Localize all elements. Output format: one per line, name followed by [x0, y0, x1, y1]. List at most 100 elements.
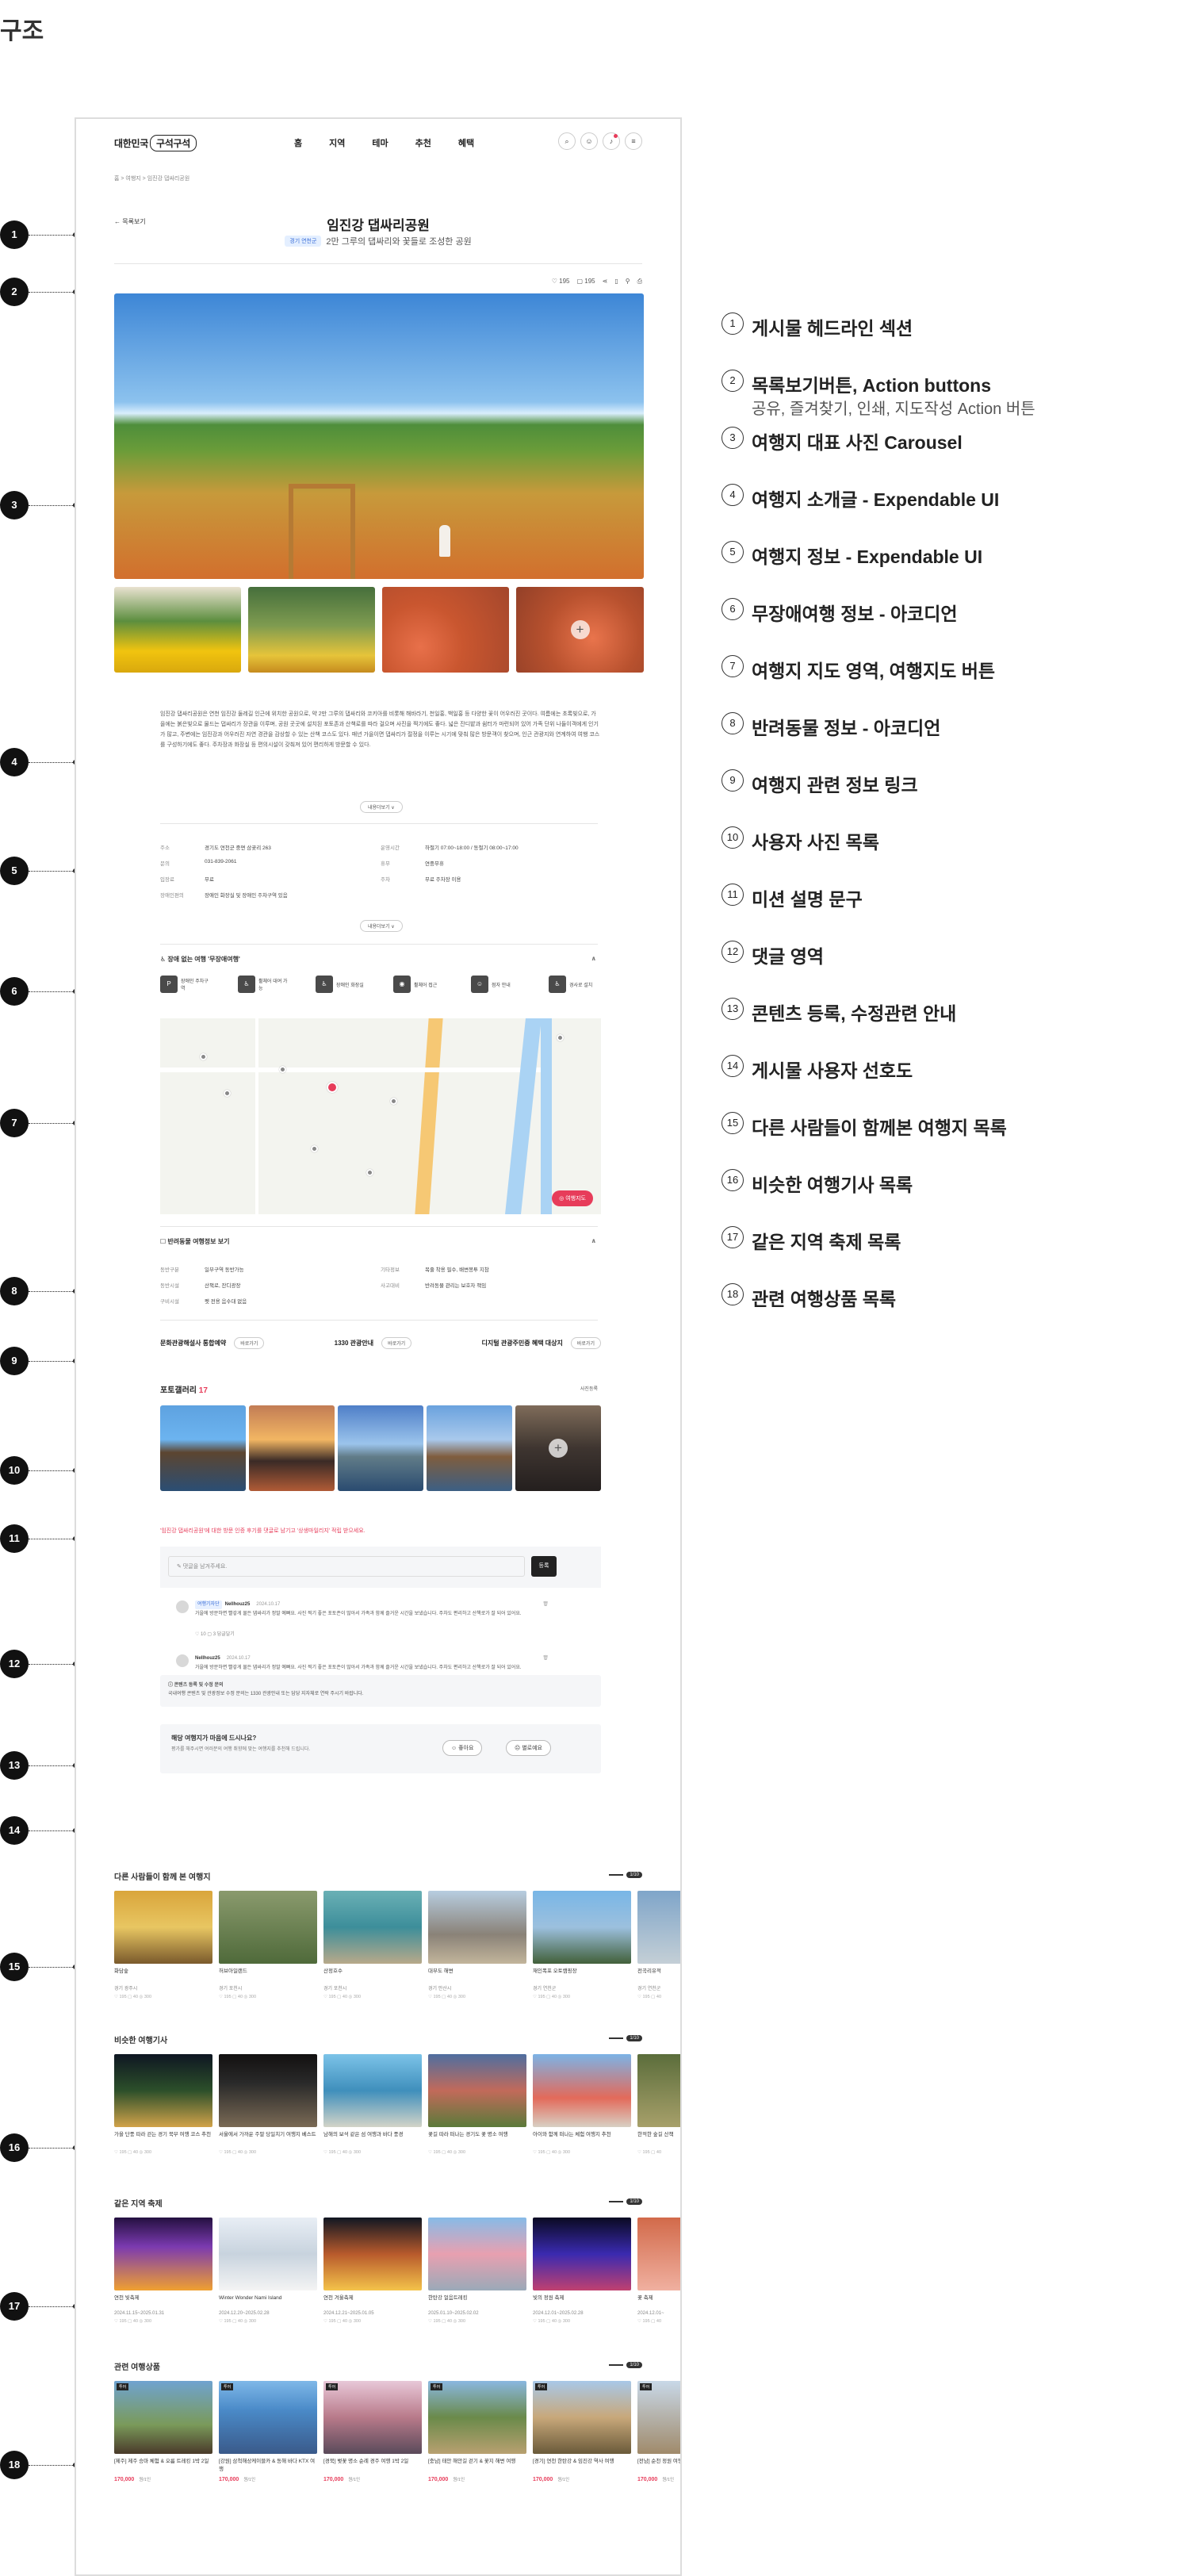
region-tag[interactable]: 경기 연천군 — [285, 236, 322, 247]
menu-icon[interactable]: ≡ — [625, 132, 642, 150]
dislike-preference-button[interactable]: ☹ 별로예요 — [506, 1740, 552, 1756]
share-icon[interactable]: ⋖ — [603, 278, 608, 286]
content-card[interactable]: 꽃 축제 2024.12.01~ ♡ 195 ▢ 40 — [637, 2218, 680, 2324]
carousel-pager[interactable]: 1/10 — [609, 2198, 642, 2205]
carousel-thumb[interactable] — [248, 587, 375, 673]
map-pin[interactable] — [366, 1169, 373, 1176]
main-photo[interactable] — [114, 293, 644, 579]
carousel-pager[interactable]: 1/10 — [609, 2035, 642, 2041]
user-icon[interactable]: ☺ — [580, 132, 598, 150]
content-card[interactable]: 투어 [경북] 벚꽃 명소 순례 경주 여행 1박 2일 170,000 원/1인 — [323, 2381, 422, 2482]
content-card[interactable]: 투어 [제주] 제주 승마 체험 & 오름 트레킹 1박 2일 170,000 원/1… — [114, 2381, 212, 2482]
comment-meta[interactable]: ♡ 10 ▢ 3 답글달기 — [195, 1631, 544, 1639]
content-card[interactable]: 투어 [충남] 태안 해안길 걷기 & 꽃지 해변 여행 170,000 원/1인 — [428, 2381, 526, 2482]
nav-theme[interactable]: 테마 — [372, 136, 388, 149]
comment-count-button[interactable]: ▢ 195 — [576, 278, 595, 286]
carousel-thumb[interactable] — [114, 587, 241, 673]
map-pin[interactable] — [557, 1034, 564, 1041]
card-image[interactable] — [533, 2054, 631, 2127]
comment-input[interactable]: ✎ 댓글을 남겨주세요. — [168, 1556, 525, 1577]
nav-benefit[interactable]: 혜택 — [458, 136, 474, 149]
location-pin-icon[interactable] — [327, 1082, 338, 1093]
user-photo[interactable] — [427, 1405, 512, 1491]
content-card[interactable]: 빛의 정원 축제 2024.12.01~2025.02.28 ♡ 195 ▢ 40 … — [533, 2218, 631, 2324]
map-pin[interactable] — [279, 1066, 286, 1073]
content-card[interactable]: 허브아일랜드 경기 포천시 ♡ 195 ▢ 40 ◎ 300 — [219, 1891, 317, 1999]
related-link-button[interactable]: 바로가기 — [234, 1337, 265, 1349]
bookmark-icon[interactable]: ▯ — [614, 278, 618, 286]
card-image[interactable] — [428, 2218, 526, 2290]
travel-map-button[interactable]: ◎ 여행지도 — [552, 1190, 593, 1206]
map-pin[interactable] — [200, 1053, 207, 1060]
map-pin[interactable] — [311, 1145, 318, 1152]
card-image[interactable]: 투어 — [323, 2381, 422, 2454]
card-image[interactable] — [219, 2054, 317, 2127]
carousel-pager[interactable]: 1/10 — [609, 1872, 642, 1878]
intro-more-button[interactable]: 내용더보기 ∨ — [360, 801, 403, 813]
card-image[interactable] — [114, 1891, 212, 1964]
card-image[interactable] — [428, 1891, 526, 1964]
content-card[interactable]: 투어 [경기] 연천 한탄강 & 임진강 역사 여행 170,000 원/1인 — [533, 2381, 631, 2482]
content-card[interactable]: 가을 단풍 따라 걷는 경기 북부 여행 코스 추천 ♡ 195 ▢ 40 ◎ 3… — [114, 2054, 212, 2155]
map-pin[interactable] — [224, 1090, 231, 1097]
map-pin[interactable] — [390, 1098, 397, 1105]
content-card[interactable]: 한탄강 얼음트레킹 2025.01.10~2025.02.02 ♡ 195 ▢ 40… — [428, 2218, 526, 2324]
pet-accordion[interactable]: ☐ 반려동물 여행정보 보기 ∧ — [160, 1237, 601, 1246]
content-card[interactable]: 전곡리유적 경기 연천군 ♡ 195 ▢ 40 — [637, 1891, 680, 1999]
related-link-button[interactable]: 바로가기 — [381, 1337, 412, 1349]
card-image[interactable]: 투어 — [533, 2381, 631, 2454]
content-card[interactable]: 서울에서 가까운 주말 당일치기 여행지 베스트 ♡ 195 ▢ 40 ◎ 300 — [219, 2054, 317, 2155]
content-card[interactable]: Winter Wonder Nami Island 2024.12.20~2025… — [219, 2218, 317, 2324]
user-photo[interactable] — [160, 1405, 246, 1491]
info-more-button[interactable]: 내용더보기 ∨ — [360, 920, 403, 932]
user-photo[interactable] — [338, 1405, 423, 1491]
card-image[interactable] — [637, 2218, 680, 2290]
content-card[interactable]: 연천 겨울축제 2024.12.21~2025.01.05 ♡ 195 ▢ 40 ◎… — [323, 2218, 422, 2324]
card-image[interactable] — [637, 2054, 680, 2127]
like-button[interactable]: ♡ 195 — [552, 278, 570, 286]
like-preference-button[interactable]: ☺ 좋아요 — [442, 1740, 483, 1756]
user-photo[interactable] — [249, 1405, 335, 1491]
content-card[interactable]: 남해의 보석 같은 섬 여행과 바다 풍경 ♡ 195 ▢ 40 ◎ 300 — [323, 2054, 422, 2155]
content-card[interactable]: 연천 빛축제 2024.11.15~2025.01.31 ♡ 195 ▢ 40 ◎ … — [114, 2218, 212, 2324]
site-logo[interactable]: 대한민국 구석구석 — [114, 134, 197, 151]
map-area[interactable]: ◎ 여행지도 — [160, 1018, 601, 1214]
card-image[interactable] — [114, 2054, 212, 2127]
card-image[interactable] — [428, 2054, 526, 2127]
card-image[interactable]: 투어 — [114, 2381, 212, 2454]
content-card[interactable]: 한적한 숲길 산책 ♡ 195 ▢ 40 — [637, 2054, 680, 2155]
related-link-button[interactable]: 바로가기 — [570, 1337, 601, 1349]
content-card[interactable]: 재인폭포 오토캠핑장 경기 연천군 ♡ 195 ▢ 40 ◎ 300 — [533, 1891, 631, 1999]
card-image[interactable] — [323, 2218, 422, 2290]
card-image[interactable] — [323, 2054, 422, 2127]
content-card[interactable]: 아이와 함께 떠나는 체험 여행지 추천 ♡ 195 ▢ 40 ◎ 300 — [533, 2054, 631, 2155]
card-image[interactable]: 투어 — [428, 2381, 526, 2454]
card-image[interactable] — [637, 1891, 680, 1964]
card-image[interactable] — [114, 2218, 212, 2290]
trash-icon[interactable]: 🗑 — [542, 1654, 549, 1663]
card-image[interactable] — [323, 1891, 422, 1964]
comment-submit-button[interactable]: 등록 — [531, 1556, 557, 1577]
content-card[interactable]: 산정호수 경기 포천시 ♡ 195 ▢ 40 ◎ 300 — [323, 1891, 422, 1999]
card-image[interactable] — [533, 1891, 631, 1964]
card-image[interactable] — [219, 1891, 317, 1964]
content-card[interactable]: 투어 [전남] 순천 정원 여행 170,000 원/1인 — [637, 2381, 680, 2482]
nav-region[interactable]: 지역 — [329, 136, 345, 149]
content-card[interactable]: 투어 [강원] 삼척해상케이블카 & 동해 바다 KTX 여행 170,000 원/1… — [219, 2381, 317, 2482]
content-card[interactable]: 꽃길 따라 떠나는 경기도 꽃 명소 여행 ♡ 195 ▢ 40 ◎ 300 — [428, 2054, 526, 2155]
content-card[interactable]: 대부도 해변 경기 안산시 ♡ 195 ▢ 40 ◎ 300 — [428, 1891, 526, 1999]
print-icon[interactable]: ⎙ — [637, 278, 642, 286]
carousel-pager[interactable]: 1/10 — [609, 2362, 642, 2368]
carousel-thumb[interactable] — [382, 587, 509, 673]
search-icon[interactable]: ⌕ — [558, 132, 576, 150]
content-card[interactable]: 화담숲 경기 광주시 ♡ 195 ▢ 40 ◎ 300 — [114, 1891, 212, 1999]
card-image[interactable] — [219, 2218, 317, 2290]
barrier-free-accordion[interactable]: ♿ 장애 없는 여행 '무장애여행' ∧ — [160, 955, 601, 964]
card-image[interactable]: 투어 — [637, 2381, 680, 2454]
card-image[interactable] — [533, 2218, 631, 2290]
gallery-upload-button[interactable]: 사진등록 — [580, 1385, 598, 1392]
trash-icon[interactable]: 🗑 — [542, 1600, 549, 1609]
nav-home[interactable]: 홈 — [294, 136, 302, 149]
bell-icon[interactable]: ♪ — [603, 132, 620, 150]
nav-recommend[interactable]: 추천 — [415, 136, 431, 149]
